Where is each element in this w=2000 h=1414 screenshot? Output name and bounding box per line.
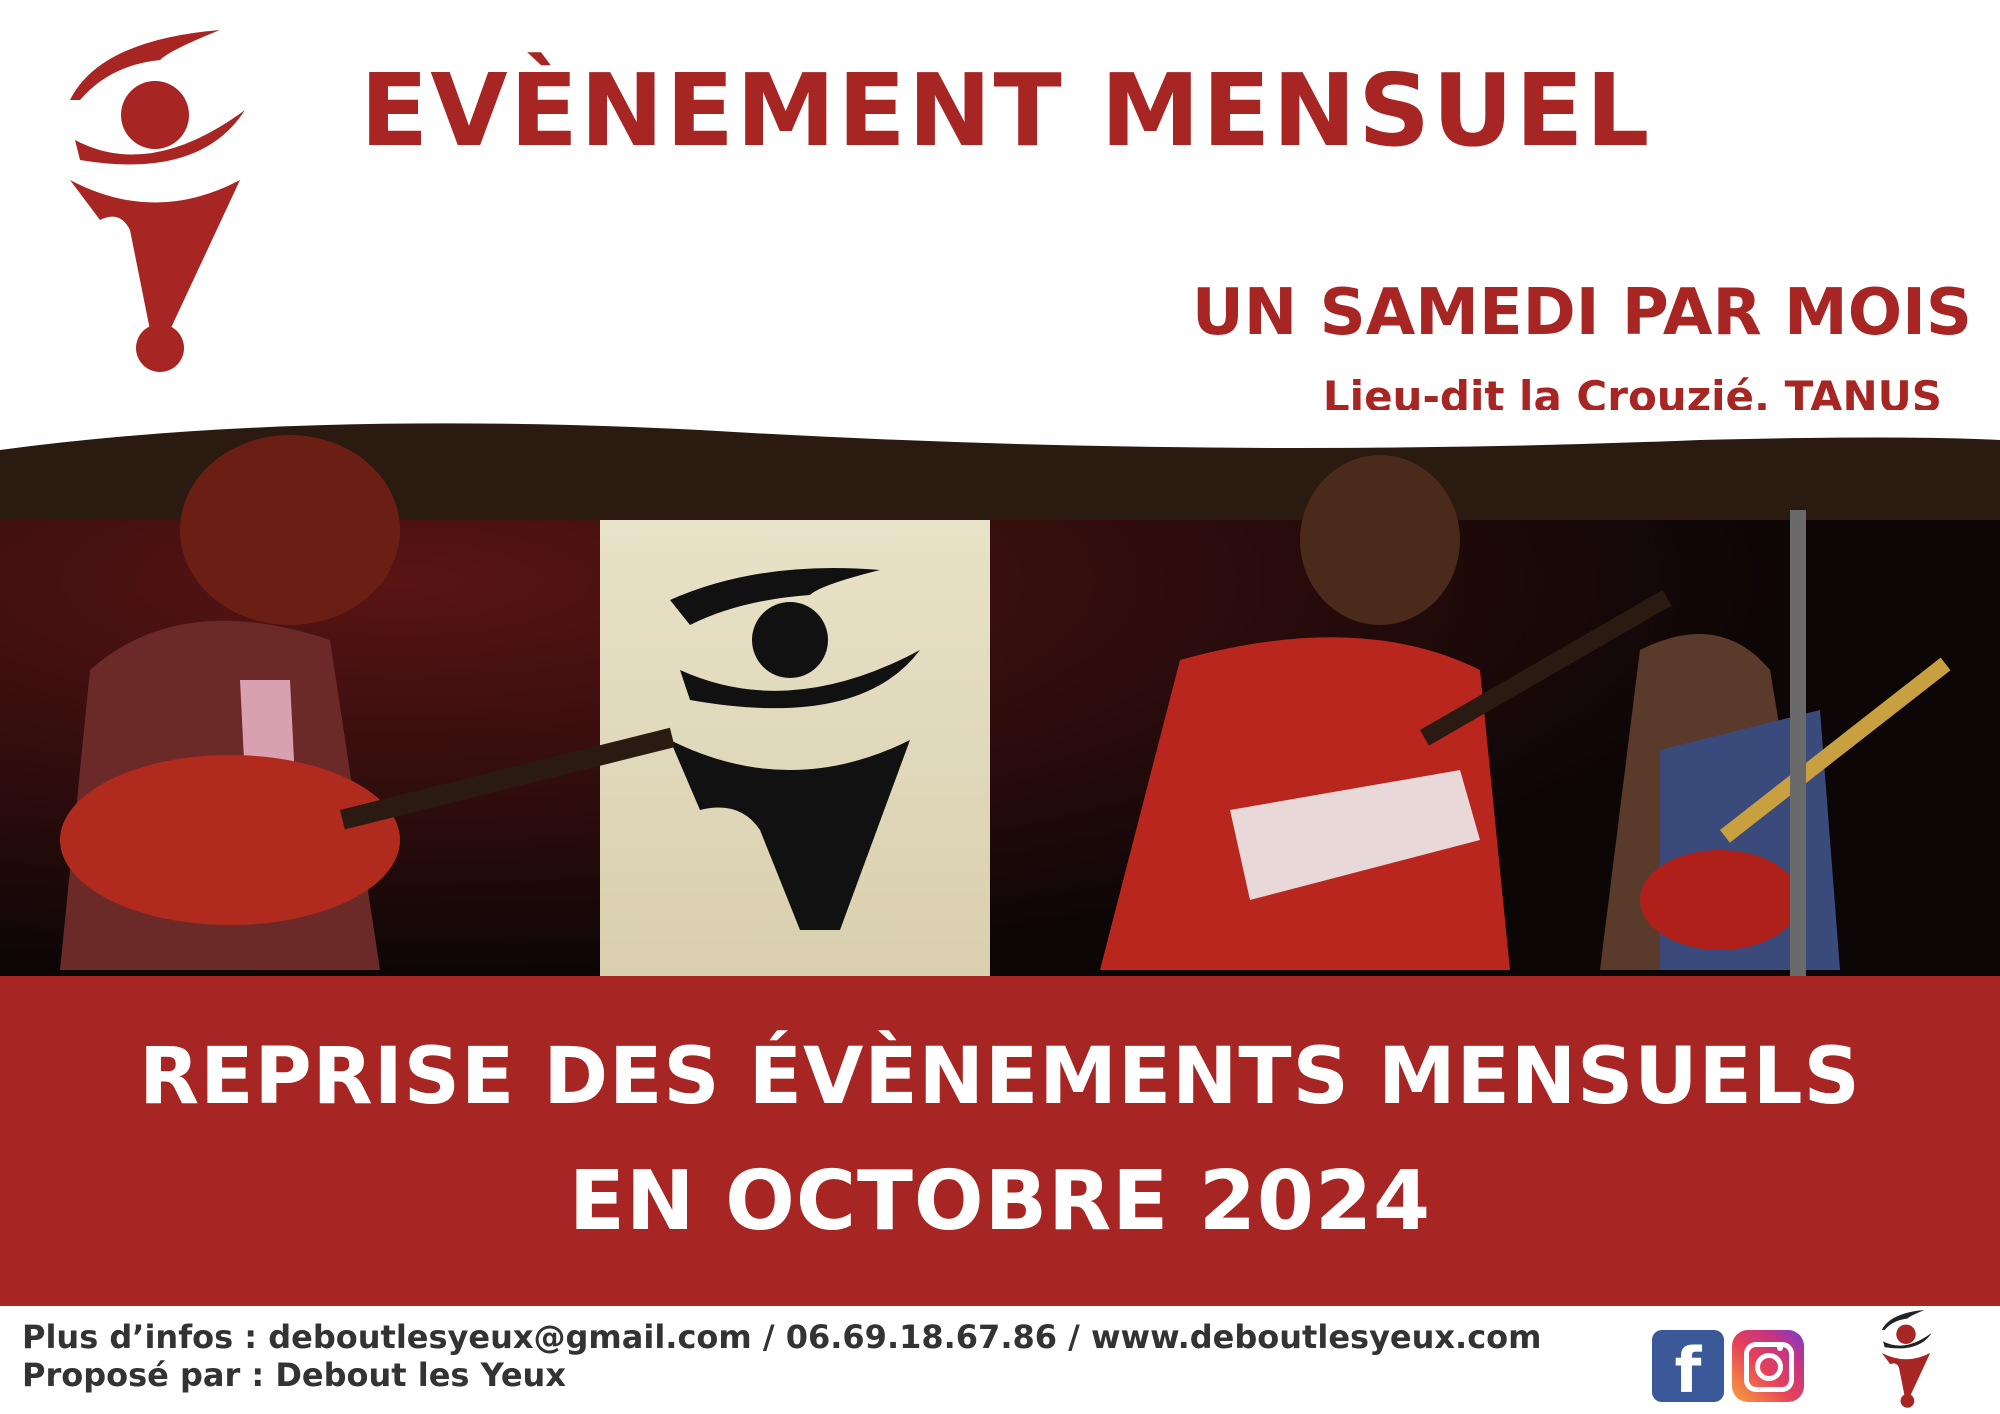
logo-icon — [1881, 1310, 1932, 1408]
event-frequency: UN SAMEDI PAR MOIS — [1191, 276, 1972, 350]
proposed-by: Proposé par : Debout les Yeux — [22, 1356, 566, 1394]
concert-photo — [0, 410, 2000, 980]
logo-icon — [70, 30, 245, 372]
announcement-line-2: EN OCTOBRE 2024 — [568, 1154, 1432, 1249]
facebook-icon[interactable]: f — [1652, 1330, 1724, 1402]
page-title: EVÈNEMENT MENSUEL — [360, 52, 1652, 169]
announcement-line-1: REPRISE DES ÉVÈNEMENTS MENSUELS — [139, 1032, 1861, 1122]
announcement-banner: REPRISE DES ÉVÈNEMENTS MENSUELS EN OCTOB… — [0, 976, 2000, 1306]
instagram-icon[interactable] — [1732, 1330, 1804, 1402]
contact-info: Plus d’infos : deboutlesyeux@gmail.com /… — [22, 1318, 1542, 1356]
